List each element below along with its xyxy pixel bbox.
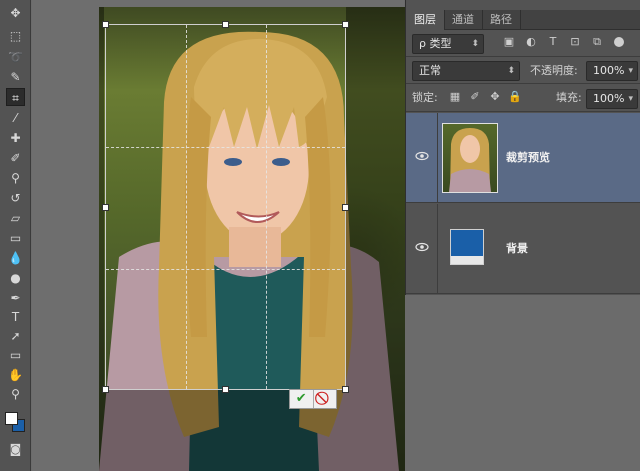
path-select-tool-icon[interactable]: ➚ [6, 327, 25, 345]
zoom-tool-icon[interactable]: ⚲ [6, 385, 25, 403]
fill-value: 100% [593, 92, 625, 105]
lasso-tool-icon[interactable]: ➰ [6, 48, 25, 66]
smart-object-filter-icon[interactable]: ⧉ [590, 35, 604, 49]
shape-tool-icon[interactable]: ▭ [6, 346, 25, 364]
lock-label: 锁定: [412, 91, 438, 104]
lock-position-icon[interactable]: ✥ [488, 90, 502, 104]
lock-row: 锁定: ▦ ✐ ✥ 🔒 填充: 100% ▾ [406, 86, 640, 112]
crop-shield-right [346, 7, 405, 390]
crop-rectangle[interactable] [102, 21, 349, 393]
type-filter-icon[interactable]: T [546, 35, 560, 49]
crop-grid-line [106, 269, 345, 270]
visibility-column [437, 204, 438, 293]
layer-filter-select[interactable]: ρ 类型 ⬍ [412, 34, 484, 54]
layer-row-background[interactable]: 背景 [406, 204, 640, 294]
cancel-crop-icon[interactable]: ⃠ [314, 390, 337, 408]
crop-handle-bottom-right[interactable] [342, 386, 349, 393]
eyedropper-tool-icon[interactable]: ⁄ [6, 109, 25, 127]
chevron-down-icon: ▾ [628, 66, 633, 76]
workspace-gutter [405, 295, 640, 471]
opacity-input[interactable]: 100% ▾ [586, 61, 638, 81]
type-tool-icon[interactable]: T [6, 308, 25, 326]
crop-handle-left[interactable] [102, 204, 109, 211]
foreground-color-swatch[interactable] [5, 412, 18, 425]
filter-label: ρ 类型 [419, 37, 452, 50]
layer-name[interactable]: 裁剪预览 [506, 149, 550, 165]
crop-handle-top-left[interactable] [102, 21, 109, 28]
opacity-label: 不透明度: [530, 64, 578, 77]
crop-grid-line [106, 147, 345, 148]
visibility-eye-icon[interactable] [415, 149, 429, 163]
crop-grid-line [186, 25, 187, 389]
crop-handle-bottom[interactable] [222, 386, 229, 393]
chevron-down-icon: ⬍ [471, 39, 479, 49]
clone-stamp-tool-icon[interactable]: ⚲ [6, 169, 25, 187]
crop-tool-icon[interactable]: ⌗ [6, 88, 25, 106]
filter-toggle-icon[interactable] [614, 37, 624, 47]
tools-panel: ✥ ⬚ ➰ ✎ ⌗ ⁄ ✚ ✐ ⚲ ↺ ▱ ▭ 💧 ● ✒ T ➚ ▭ ✋ ⚲ … [0, 0, 31, 471]
crop-handle-bottom-left[interactable] [102, 386, 109, 393]
pen-tool-icon[interactable]: ✒ [6, 289, 25, 307]
hand-tool-icon[interactable]: ✋ [6, 366, 25, 384]
opacity-value: 100% [593, 64, 625, 77]
shape-filter-icon[interactable]: ⊡ [568, 35, 582, 49]
crop-handle-top[interactable] [222, 21, 229, 28]
adjustment-filter-icon[interactable]: ◐ [524, 35, 538, 49]
eraser-tool-icon[interactable]: ▱ [6, 209, 25, 227]
healing-brush-tool-icon[interactable]: ✚ [6, 129, 25, 147]
fill-label: 填充: [556, 91, 582, 104]
chevron-down-icon: ▾ [628, 94, 633, 104]
gradient-tool-icon[interactable]: ▭ [6, 229, 25, 247]
move-tool-icon[interactable]: ✥ [6, 4, 25, 22]
fill-input[interactable]: 100% ▾ [586, 89, 638, 109]
layer-name[interactable]: 背景 [506, 240, 528, 256]
layer-thumbnail [442, 123, 498, 193]
document-canvas[interactable]: ✔ ⃠ [32, 0, 405, 471]
filter-row: ρ 类型 ⬍ ▣ ◐ T ⊡ ⧉ [406, 31, 640, 57]
blur-tool-icon[interactable]: 💧 [6, 249, 25, 267]
layer-thumbnail [450, 229, 484, 265]
dodge-tool-icon[interactable]: ● [6, 269, 25, 287]
crop-grid-line [266, 25, 267, 389]
blend-mode-value: 正常 [419, 64, 441, 77]
lock-paint-icon[interactable]: ✐ [468, 90, 482, 104]
marquee-tool-icon[interactable]: ⬚ [6, 27, 25, 45]
layer-row-crop-preview[interactable]: 裁剪预览 [406, 113, 640, 203]
visibility-column [437, 113, 438, 202]
quick-select-tool-icon[interactable]: ✎ [6, 68, 25, 86]
crop-handle-right[interactable] [342, 204, 349, 211]
tab-paths[interactable]: 路径 [482, 10, 521, 30]
visibility-eye-icon[interactable] [415, 240, 429, 254]
pixel-filter-icon[interactable]: ▣ [502, 35, 516, 49]
quick-mask-icon[interactable]: ◙ [6, 440, 25, 458]
commit-check-icon[interactable]: ✔ [290, 390, 314, 408]
layers-panel: 图层 通道 路径 ρ 类型 ⬍ ▣ ◐ T ⊡ ⧉ 正常 ⬍ 不透明度: 100… [405, 0, 640, 295]
tab-channels[interactable]: 通道 [444, 10, 483, 30]
chevron-down-icon: ⬍ [507, 66, 515, 76]
lock-transparent-icon[interactable]: ▦ [448, 90, 462, 104]
crop-commit-bar: ✔ ⃠ [289, 389, 337, 409]
crop-handle-top-right[interactable] [342, 21, 349, 28]
panel-tabbar: 图层 通道 路径 [406, 10, 640, 30]
crop-shield-left [99, 7, 104, 390]
blend-mode-select[interactable]: 正常 ⬍ [412, 61, 520, 81]
tab-layers[interactable]: 图层 [406, 10, 445, 30]
blend-row: 正常 ⬍ 不透明度: 100% ▾ [406, 58, 640, 84]
brush-tool-icon[interactable]: ✐ [6, 149, 25, 167]
lock-all-icon[interactable]: 🔒 [508, 90, 522, 104]
history-brush-tool-icon[interactable]: ↺ [6, 189, 25, 207]
